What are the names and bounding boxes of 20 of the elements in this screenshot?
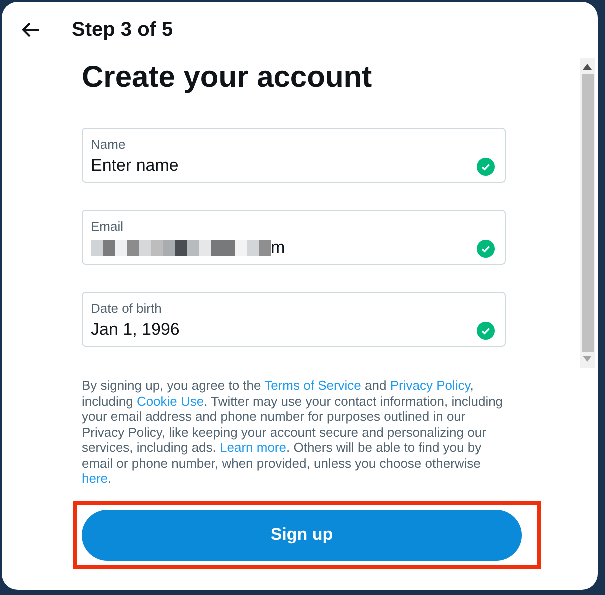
input-field[interactable]: Name Enter name <box>82 128 506 183</box>
text-link[interactable]: Cookie Use <box>136 394 204 408</box>
text-link[interactable]: Terms of Service <box>264 378 362 393</box>
text-link[interactable]: Privacy Policy <box>390 378 470 393</box>
input-field[interactable]: Date of birth Jan 1, 1996 <box>82 292 506 347</box>
input-field[interactable]: Email m <box>82 210 506 265</box>
page-heading: Create your account <box>82 61 374 95</box>
scrollbar[interactable] <box>580 58 595 368</box>
sign-up-button[interactable]: Sign up <box>82 510 522 560</box>
text-link[interactable]: here <box>82 471 108 486</box>
step-title: Step 3 of 5 <box>72 18 174 42</box>
field-value: Enter name <box>91 156 179 176</box>
field-label: Name <box>91 137 127 152</box>
field-value: m <box>271 238 286 258</box>
field-label: Email <box>91 219 125 234</box>
text-link[interactable]: Learn more <box>220 440 286 455</box>
field-value: Jan 1, 1996 <box>91 320 180 340</box>
field-label: Date of birth <box>91 301 163 316</box>
terms-notice: By signing up, you agree to the Terms of Service and Privacy Policy, including Cookie Use. Twitter may use your contact information, including your email address and phone number for purposes outlined in our Privacy Policy, like keeping your account secure and personalizing our services, including ads. Learn more. Others will be able to find you by email or phone number, when provided, unless you choose otherwise here. <box>82 378 504 486</box>
scroll-up-icon[interactable] <box>583 64 592 70</box>
